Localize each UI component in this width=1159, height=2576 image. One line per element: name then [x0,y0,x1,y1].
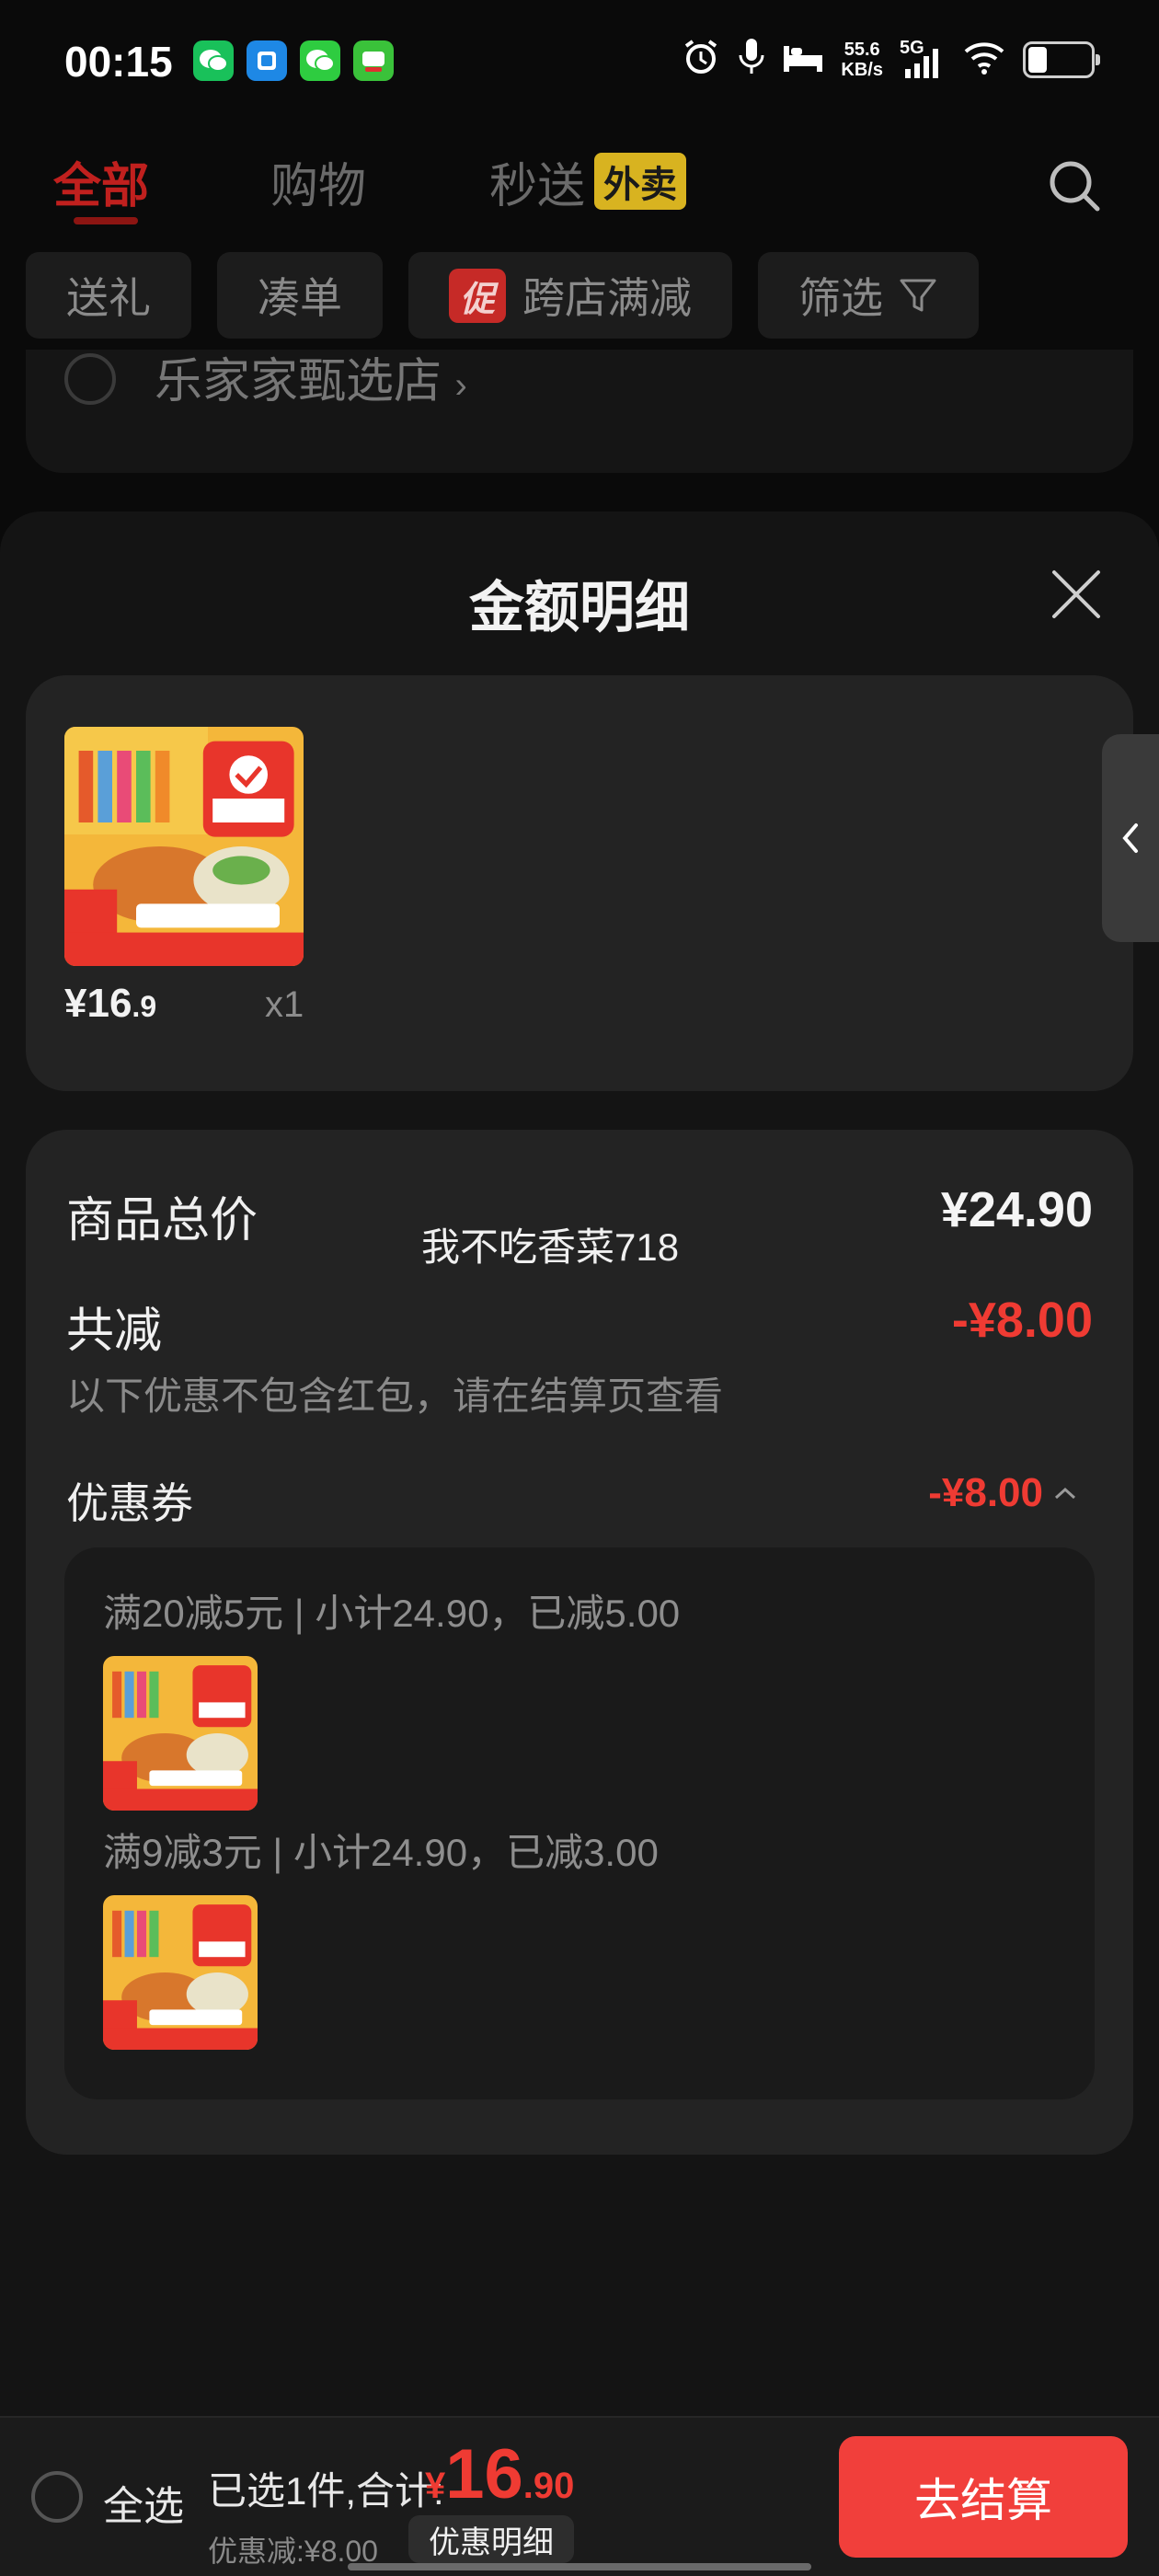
coupon-line: 满20减5元 | 小计24.90，已减5.00 [103,1592,681,1635]
close-button[interactable] [1050,569,1102,620]
active-tab-indicator [74,217,138,224]
wechat-icon [193,40,234,81]
clock: 00:15 [64,38,173,86]
user-watermark: 我不吃香菜718 [421,1225,680,1269]
sleep-mode-icon [782,39,824,80]
notification-icons [193,40,394,81]
filter-button[interactable]: 筛选 [758,252,980,339]
filter-cross-store-label: 跨店满减 [522,274,693,322]
filter-add-on[interactable]: 凑单 [217,252,383,339]
battery-icon [1023,40,1100,78]
coupon-toggle[interactable]: -¥8.00 [928,1470,1078,1516]
coupon-label: 优惠券 [66,1479,193,1527]
battery-level [1028,46,1047,73]
coupon-product-image [103,1656,258,1811]
discount-note: 以下优惠不包含红包，请在结算页查看 [66,1374,724,1418]
coupon-product-image [103,1895,258,2050]
tab-instant-delivery-label: 秒送 [489,160,586,213]
total-decimal: .90 [522,2466,575,2506]
total-price-label: 商品总价 [66,1194,258,1248]
coupon-value: -¥8.00 [928,1470,1043,1515]
coupon-line: 满9减3元 | 小计24.90，已减3.00 [103,1831,659,1874]
selection-summary: 已选1件,合计: [208,2469,444,2513]
wifi-icon [962,39,1006,80]
signal-icon: 5G [900,38,946,80]
discount-detail-button[interactable]: 优惠明细 [408,2515,574,2563]
filter-label: 筛选 [798,274,884,322]
system-icons: 55.6 KB/s 5G [681,37,1100,82]
search-button[interactable] [1045,156,1104,215]
sheet-title: 金额明细 [469,577,690,638]
product-card: ¥16.9 x1 [26,675,1133,1091]
store-select-radio[interactable] [64,353,116,405]
chevron-left-icon [1122,823,1138,853]
search-icon [1050,161,1100,212]
product-image-art [103,1895,258,2050]
status-bar: 00:15 55.6 KB/s 5G [0,0,1159,129]
network-speed: 55.6 KB/s [841,40,883,80]
top-tab-bar: 全部 购物 秒送 外卖 [0,138,1159,230]
select-all-label[interactable]: 全选 [103,2473,184,2532]
wechat-icon [300,40,340,81]
store-card: 乐家家甄选店 › [26,350,1133,473]
tab-instant-delivery[interactable]: 秒送 外卖 [489,147,687,216]
filter-chips: 送礼 凑单 促 跨店满减 筛选 [26,252,980,339]
chevron-up-icon [1054,1487,1076,1500]
product-image-art [64,727,304,966]
product-image[interactable] [64,727,304,966]
store-name-text: 乐家家甄选店 [155,355,442,408]
coupon-breakdown: 满20减5元 | 小计24.90，已减5.00 满9减3元 | 小计24.90，… [64,1547,1095,2099]
price-decimal: .9 [132,990,157,1023]
product-price: ¥16.9 [64,981,156,1027]
home-indicator[interactable] [348,2563,811,2570]
reduce-value: -¥8.00 [951,1293,1093,1348]
filter-gift[interactable]: 送礼 [26,252,191,339]
network-speed-unit: KB/s [841,59,883,80]
promo-tag: 促 [449,268,507,323]
side-panel-handle[interactable] [1102,734,1159,942]
product-quantity: x1 [265,984,304,1025]
currency-symbol: ¥ [425,2466,446,2506]
alarm-icon [681,37,721,82]
reduce-label: 共减 [66,1305,163,1358]
select-all-radio[interactable] [31,2471,83,2523]
funnel-icon [900,279,936,312]
takeout-badge: 外卖 [594,153,687,210]
total-price-value: ¥24.90 [940,1182,1093,1237]
tab-all[interactable]: 全部 [53,147,149,216]
close-icon [1052,570,1100,618]
network-speed-value: 55.6 [843,39,880,60]
microphone-icon [738,37,765,82]
amount-detail-sheet: 金额明细 ¥16.9 x1 商品总价 我不吃香菜718 ¥24.90 共减 -¥… [0,512,1159,2416]
tab-shopping[interactable]: 购物 [270,147,366,216]
checkout-button[interactable]: 去结算 [839,2436,1128,2558]
checkout-bar: 全选 已选1件,合计: ¥16.90 优惠减:¥8.00 优惠明细 去结算 [0,2416,1159,2576]
price-integer: ¥16 [64,981,132,1026]
app-notification-icon [247,40,287,81]
chevron-right-icon: › [454,365,467,406]
product-image-art [103,1656,258,1811]
game-app-icon [353,40,394,81]
total-integer: 16 [445,2435,523,2513]
total-amount: ¥16.90 [425,2434,574,2514]
store-name[interactable]: 乐家家甄选店 › [155,342,467,411]
filter-cross-store-discount[interactable]: 促 跨店满减 [408,252,733,339]
price-detail-card: 商品总价 我不吃香菜718 ¥24.90 共减 -¥8.00 以下优惠不包含红包… [26,1130,1133,2155]
